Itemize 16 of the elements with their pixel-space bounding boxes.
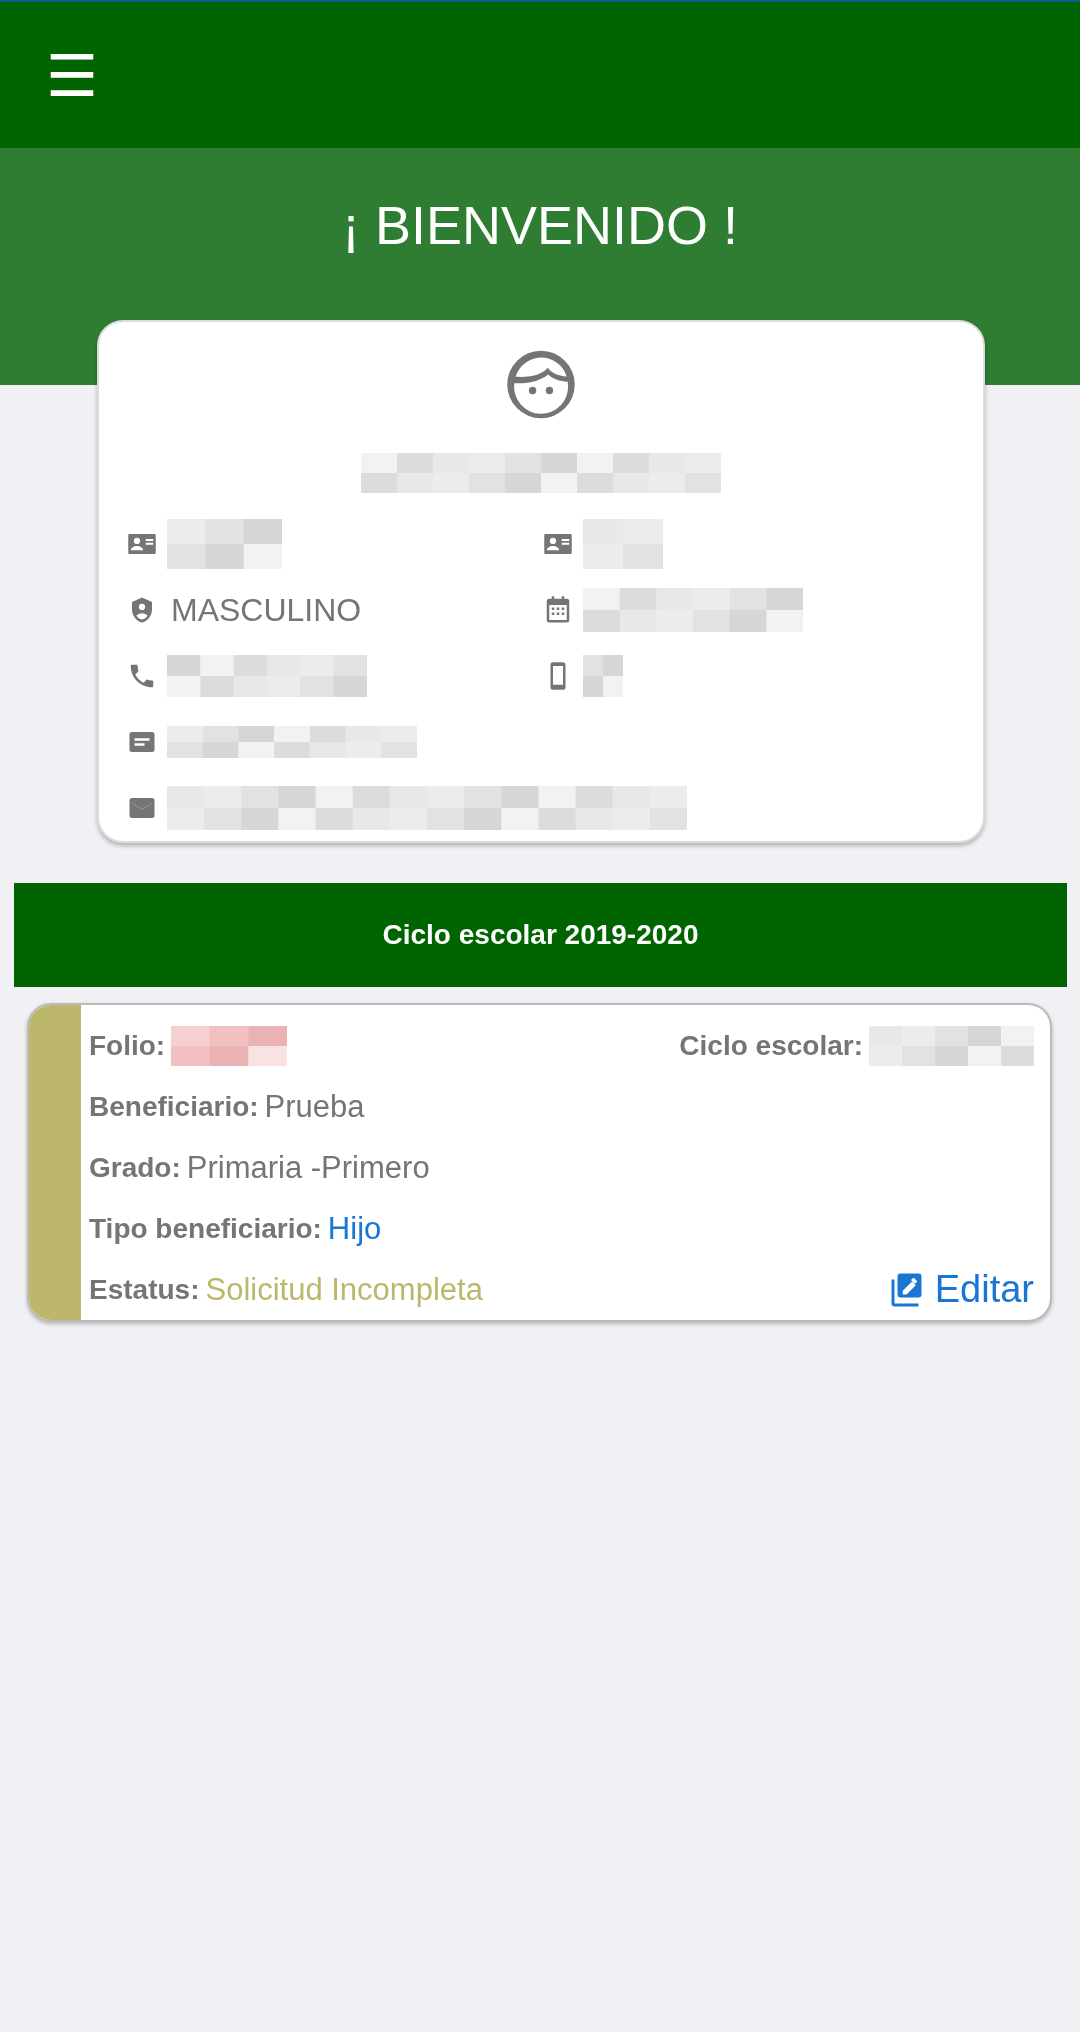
field-label: Grado: xyxy=(89,1151,181,1184)
menu-button[interactable]: ☰ xyxy=(40,50,104,102)
section-title: Ciclo escolar 2019-2020 xyxy=(382,919,699,951)
field-value: Primaria -Primero xyxy=(186,1149,430,1186)
field-value: Solicitud Incompleta xyxy=(205,1271,483,1308)
field-label: Folio: xyxy=(89,1029,166,1062)
field-label: Beneficiario: xyxy=(89,1090,259,1123)
gender-text: MASCULINO xyxy=(171,591,362,629)
field-value: Hijo xyxy=(327,1210,382,1247)
field-label: Ciclo escolar: xyxy=(679,1029,863,1062)
field-label: Estatus: xyxy=(89,1273,200,1306)
welcome-title: ¡ BIENVENIDO ! xyxy=(341,194,739,257)
field-label: Tipo beneficiario: xyxy=(89,1212,322,1245)
field-value: Prueba xyxy=(264,1088,365,1125)
edit-button[interactable]: Editar xyxy=(886,1268,1034,1311)
blurred-text-drawing xyxy=(583,655,623,697)
